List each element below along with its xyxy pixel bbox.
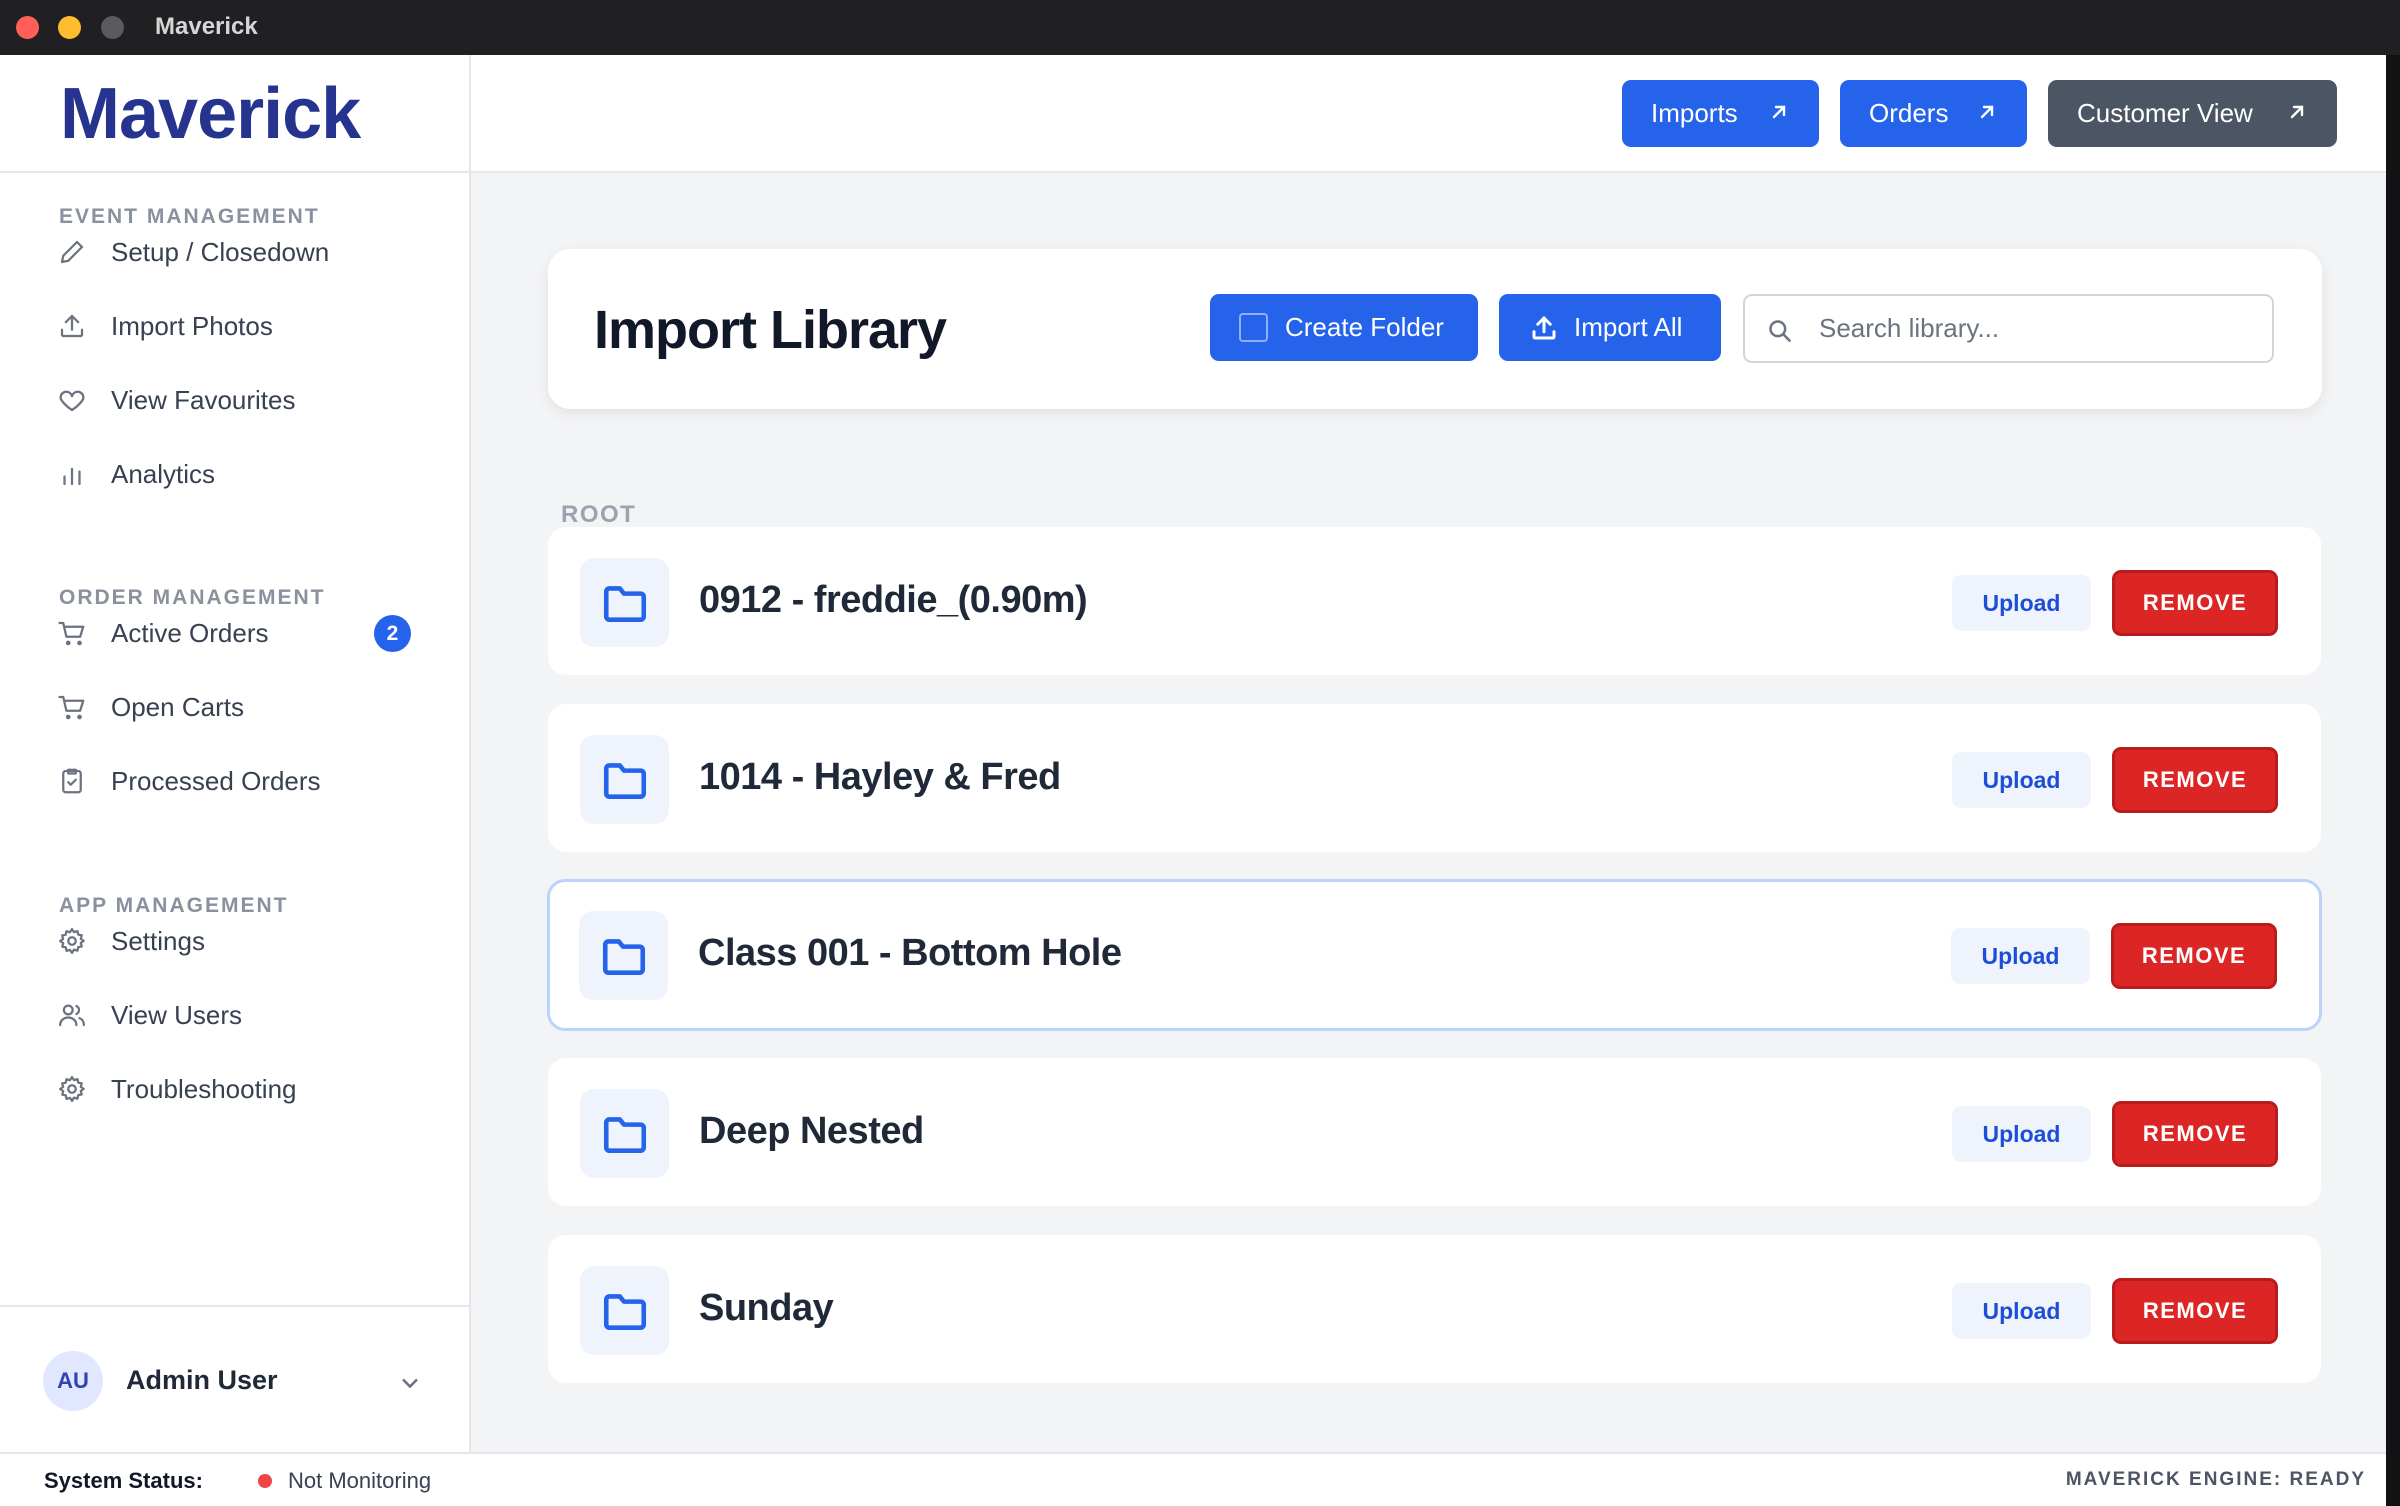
sidebar-item-settings[interactable]: Settings [40,911,440,971]
arrow-up-right-icon [1767,100,1791,124]
users-icon [56,999,88,1031]
upload-button[interactable]: Upload [1952,575,2091,631]
maximize-window-button[interactable] [101,16,124,39]
folder-name: Deep Nested [699,1110,924,1152]
upload-icon [1529,313,1559,343]
customer-view-button-label: Customer View [2077,98,2253,128]
status-label: System Status: [44,1468,203,1493]
customer-view-button[interactable]: Customer View [2048,80,2337,147]
sidebar-item-active-orders[interactable]: Active Orders 2 [40,603,440,663]
sidebar: Maverick EVENT MANAGEMENT Setup / Closed… [0,55,471,1452]
upload-icon [56,310,88,342]
sidebar-item-analytics[interactable]: Analytics [40,444,440,504]
create-folder-button[interactable]: Create Folder [1210,294,1478,361]
bar-chart-icon [56,458,88,490]
upload-button[interactable]: Upload [1952,1106,2091,1162]
sidebar-item-label: Settings [111,925,205,956]
active-orders-count-badge: 2 [374,615,411,652]
minimize-window-button[interactable] [58,16,81,39]
folder-row[interactable]: Sunday Upload REMOVE [548,1235,2321,1383]
remove-button[interactable]: REMOVE [2112,570,2278,636]
sidebar-item-label: Import Photos [111,310,273,341]
sidebar-item-import-photos[interactable]: Import Photos [40,296,440,356]
heart-icon [56,384,88,416]
sidebar-item-processed-orders[interactable]: Processed Orders [40,751,440,811]
arrow-up-right-icon [2285,100,2309,124]
folder-name: 0912 - freddie_(0.90m) [699,579,1088,621]
folder-icon [580,1266,669,1355]
brand-logo[interactable]: Maverick [60,73,361,155]
cart-icon [56,691,88,723]
remove-button[interactable]: REMOVE [2112,1278,2278,1344]
close-window-button[interactable] [16,16,39,39]
status-bar: System Status: Not Monitoring MAVERICK E… [0,1452,2386,1506]
sidebar-item-label: Open Carts [111,691,244,722]
app-window: Maverick EVENT MANAGEMENT Setup / Closed… [0,55,2386,1506]
page-title: Import Library [594,300,947,360]
user-name: Admin User [126,1365,278,1395]
folder-icon [579,911,668,1000]
clipboard-check-icon [56,765,88,797]
status-indicator-dot [258,1474,272,1488]
remove-button[interactable]: REMOVE [2111,923,2277,989]
gear-icon [56,1073,88,1105]
sidebar-item-troubleshooting[interactable]: Troubleshooting [40,1059,440,1119]
sidebar-item-open-carts[interactable]: Open Carts [40,677,440,737]
sidebar-item-view-users[interactable]: View Users [40,985,440,1045]
sidebar-item-label: Troubleshooting [111,1073,297,1104]
sidebar-item-setup-closedown[interactable]: Setup / Closedown [40,222,440,282]
orders-button[interactable]: Orders [1840,80,2027,147]
sidebar-item-label: Analytics [111,458,216,489]
window-titlebar: Maverick [0,0,2400,55]
folder-icon [580,735,669,824]
folder-square-icon [1239,313,1268,342]
sidebar-item-label: View Users [111,999,243,1030]
brand-area: Maverick [0,55,469,173]
avatar: AU [43,1351,103,1411]
folder-name: 1014 - Hayley & Fred [699,756,1061,798]
folder-row[interactable]: Deep Nested Upload REMOVE [548,1058,2321,1206]
folder-row-selected[interactable]: Class 001 - Bottom Hole Upload REMOVE [547,879,2322,1031]
engine-status: MAVERICK ENGINE: READY [2065,1469,2366,1490]
pencil-icon [56,236,88,268]
sidebar-item-label: Setup / Closedown [111,236,330,267]
remove-button[interactable]: REMOVE [2112,747,2278,813]
upload-button[interactable]: Upload [1952,752,2091,808]
window-edge [2386,55,2400,1506]
folder-row[interactable]: 0912 - freddie_(0.90m) Upload REMOVE [548,527,2321,675]
library-header-card: Import Library Create Folder Import All [548,249,2322,409]
folder-row[interactable]: 1014 - Hayley & Fred Upload REMOVE [548,704,2321,852]
sidebar-item-view-favourites[interactable]: View Favourites [40,370,440,430]
status-text: Not Monitoring [288,1468,432,1493]
gear-icon [56,925,88,957]
folder-name: Class 001 - Bottom Hole [698,932,1122,974]
orders-button-label: Orders [1869,98,1949,128]
create-folder-label: Create Folder [1285,312,1444,342]
breadcrumb[interactable]: ROOT [561,501,636,529]
upload-button[interactable]: Upload [1951,928,2090,984]
search-icon [1766,317,1793,344]
import-all-button[interactable]: Import All [1499,294,1721,361]
window-title: Maverick [155,13,258,40]
sidebar-item-label: View Favourites [111,384,296,415]
remove-button[interactable]: REMOVE [2112,1101,2278,1167]
user-menu[interactable]: AU Admin User [0,1305,469,1452]
import-all-label: Import All [1574,312,1683,342]
imports-button-label: Imports [1651,98,1738,128]
search-box [1743,294,2274,363]
imports-button[interactable]: Imports [1622,80,1819,147]
upload-button[interactable]: Upload [1952,1283,2091,1339]
cart-icon [56,617,88,649]
arrow-up-right-icon [1975,100,1999,124]
chevron-down-icon[interactable] [396,1369,424,1397]
sidebar-item-label: Processed Orders [111,765,321,796]
folder-icon [580,558,669,647]
folder-name: Sunday [699,1287,834,1329]
search-input[interactable] [1819,306,2259,351]
folder-icon [580,1089,669,1178]
sidebar-item-label: Active Orders [111,617,269,648]
top-header: Imports Orders Customer View [471,55,2386,173]
